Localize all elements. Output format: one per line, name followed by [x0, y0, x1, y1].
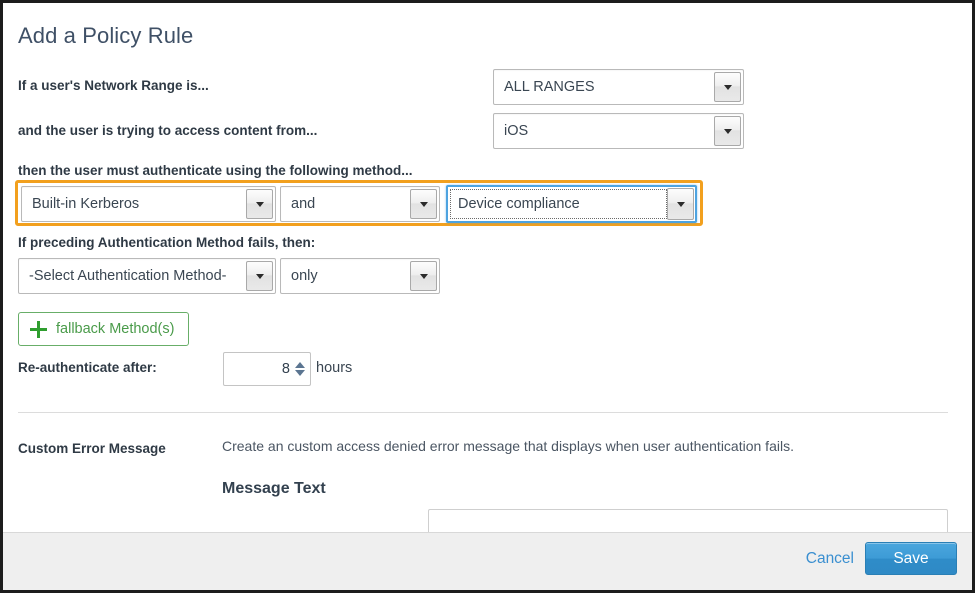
save-button[interactable]: Save [865, 542, 957, 575]
auth-method-conjunction-select[interactable]: and [280, 186, 440, 222]
network-range-value: ALL RANGES [494, 70, 714, 104]
auth-method-label: then the user must authenticate using th… [18, 163, 413, 178]
add-fallback-method-label: fallback Method(s) [56, 321, 174, 337]
dialog-body: Add a Policy Rule If a user's Network Ra… [3, 3, 972, 533]
message-text-input[interactable] [428, 509, 948, 533]
reauthenticate-hours-stepper[interactable]: 8 [223, 352, 311, 386]
page-title: Add a Policy Rule [18, 23, 193, 49]
network-range-label: If a user's Network Range is... [18, 78, 209, 93]
auth-method-primary-value: Built-in Kerberos [22, 187, 246, 221]
dialog-footer: Cancel Save [3, 532, 972, 590]
auth-method-secondary-select[interactable]: Device compliance [446, 185, 697, 223]
add-fallback-method-button[interactable]: fallback Method(s) [18, 312, 189, 346]
message-text-label: Message Text [222, 480, 326, 498]
chevron-down-icon[interactable] [246, 261, 273, 291]
auth-method-secondary-value: Device compliance [450, 189, 667, 219]
content-from-select[interactable]: iOS [493, 113, 744, 149]
content-from-label: and the user is trying to access content… [18, 123, 317, 138]
spinner-arrows-icon[interactable] [293, 359, 306, 379]
reauthenticate-hours-value: 8 [282, 361, 290, 377]
custom-error-message-description: Create an custom access denied error mes… [222, 438, 794, 454]
plus-icon [30, 321, 47, 338]
reauthenticate-label: Re-authenticate after: [18, 360, 157, 375]
auth-method-primary-select[interactable]: Built-in Kerberos [21, 186, 276, 222]
chevron-down-icon[interactable] [246, 189, 273, 219]
chevron-down-icon[interactable] [410, 261, 437, 291]
fallback-method-select[interactable]: -Select Authentication Method- [18, 258, 276, 294]
section-divider [18, 412, 948, 413]
fallback-label: If preceding Authentication Method fails… [18, 235, 315, 250]
spinner-up-icon[interactable] [295, 362, 305, 368]
add-policy-rule-dialog: Add a Policy Rule If a user's Network Ra… [0, 0, 975, 593]
chevron-down-icon[interactable] [714, 72, 741, 102]
chevron-down-icon[interactable] [667, 188, 694, 220]
network-range-select[interactable]: ALL RANGES [493, 69, 744, 105]
fallback-qualifier-value: only [281, 259, 410, 293]
spinner-down-icon[interactable] [295, 370, 305, 376]
chevron-down-icon[interactable] [410, 189, 437, 219]
auth-method-conjunction-value: and [281, 187, 410, 221]
fallback-qualifier-select[interactable]: only [280, 258, 440, 294]
content-from-value: iOS [494, 114, 714, 148]
reauthenticate-unit-label: hours [316, 360, 352, 376]
fallback-method-value: -Select Authentication Method- [19, 259, 246, 293]
custom-error-message-label: Custom Error Message [18, 441, 166, 456]
cancel-button[interactable]: Cancel [806, 550, 854, 568]
chevron-down-icon[interactable] [714, 116, 741, 146]
